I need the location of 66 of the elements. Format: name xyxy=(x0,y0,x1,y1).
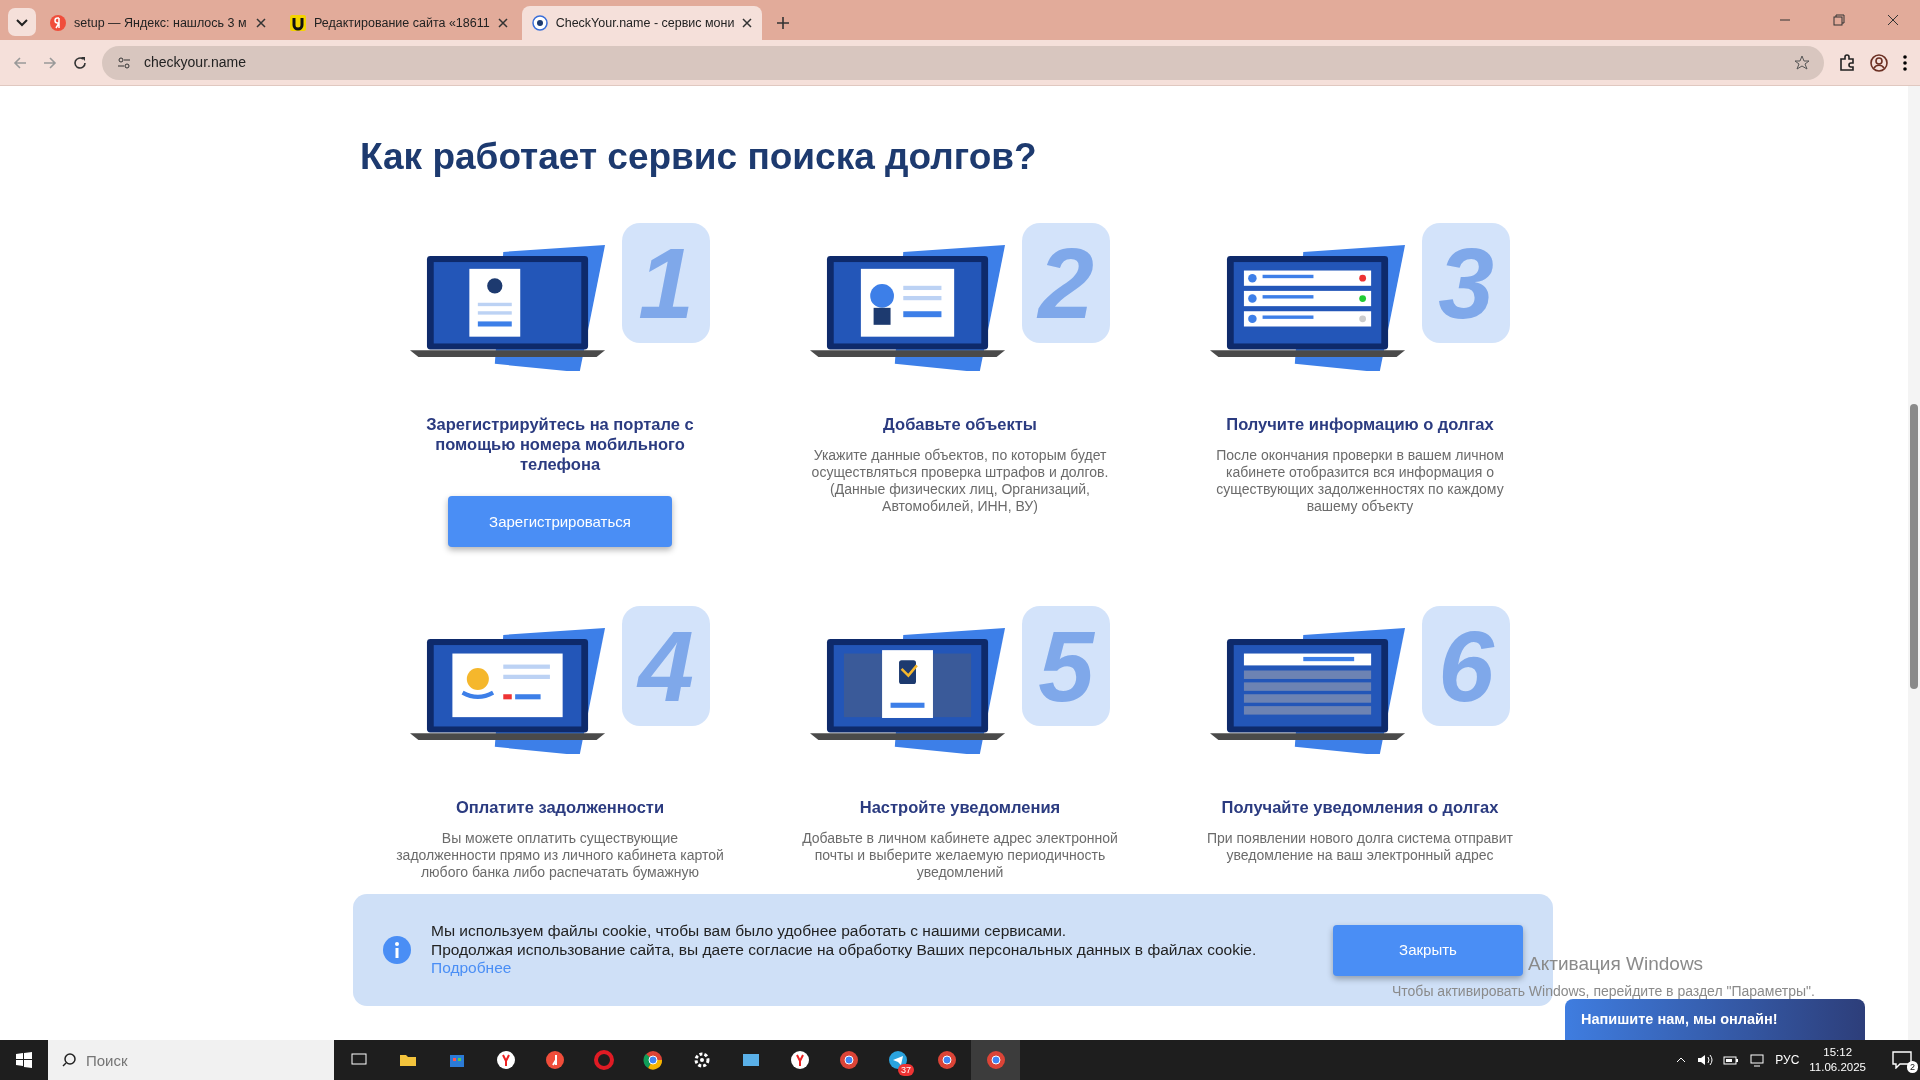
cookie-text: Мы используем файлы cookie, чтобы вам было удобнее работать с нашими сервисами. xyxy=(431,922,1068,941)
new-tab-icon[interactable] xyxy=(776,16,791,30)
step-number: 4 xyxy=(622,606,710,727)
step-title: Настройте уведомления xyxy=(859,798,1061,819)
close-icon[interactable] xyxy=(497,18,508,28)
unread-count: 37 xyxy=(898,1064,914,1076)
scrollbar-thumb[interactable] xyxy=(1910,404,1918,689)
activation-text: Чтобы активировать Windows, перейдите в раздел "Параметры". xyxy=(1392,982,1815,1001)
step-number: 5 xyxy=(1022,606,1110,727)
extensions-icon[interactable] xyxy=(1838,53,1856,72)
address-bar[interactable]: checkyour.name xyxy=(102,45,1824,80)
step-title: Зарегистрируйтесь на портале с помощью номера мобильного телефона xyxy=(425,415,695,475)
tab-list-button[interactable] xyxy=(8,8,36,36)
site-settings-icon[interactable] xyxy=(116,54,132,71)
close-icon[interactable] xyxy=(256,18,266,28)
browser-icon[interactable] xyxy=(936,1050,957,1070)
page-heading: Как работает сервис поиска долгов? xyxy=(360,135,1038,179)
clock-date[interactable]: 11.06.2025 xyxy=(1809,1060,1866,1075)
step-description: Добавьте в личном кабинете адрес электронной почты и выберите желаемую периодичность уведомлений xyxy=(801,830,1119,882)
browser-icon[interactable] xyxy=(985,1050,1006,1070)
browser-icon[interactable] xyxy=(789,1050,810,1070)
close-icon[interactable] xyxy=(742,18,753,28)
close-icon[interactable] xyxy=(1886,13,1900,27)
step-number: 2 xyxy=(1022,223,1110,343)
notification-count: 2 xyxy=(1907,1061,1918,1074)
step-title: Получите информацию о долгах xyxy=(1226,415,1494,435)
favicon-icon xyxy=(531,15,548,31)
info-icon xyxy=(383,936,411,964)
browser-tab[interactable]: CheckYour.name - сервис мони xyxy=(521,6,763,40)
search-field[interactable]: Поиск xyxy=(48,1040,334,1080)
bookmark-star-icon[interactable] xyxy=(1794,54,1810,71)
cookie-text: Продолжая использование сайта, вы даете согласие на обработку Ваших персональных данных в файлах cookie. xyxy=(431,940,1258,960)
favicon-icon xyxy=(290,15,306,31)
reload-icon[interactable] xyxy=(72,54,88,71)
chat-button[interactable]: Напишите нам, мы онлайн! xyxy=(1565,999,1865,1040)
notifications-icon[interactable] xyxy=(1892,1051,1912,1070)
search-icon xyxy=(62,1053,76,1067)
language-indicator[interactable]: РУС xyxy=(1775,1051,1800,1069)
network-icon[interactable] xyxy=(1749,1053,1766,1067)
step-title: Добавьте объекты xyxy=(883,415,1037,435)
browser-tab[interactable]: Редактирование сайта «18611 xyxy=(280,6,518,40)
step-number: 6 xyxy=(1422,606,1510,727)
clock-time[interactable]: 15:12 xyxy=(1809,1045,1866,1060)
step-description: При появлении нового долга система отправит уведомление на ваш электронный адрес xyxy=(1205,830,1515,865)
favicon-icon xyxy=(50,15,66,31)
scrollbar[interactable] xyxy=(1908,86,1920,1040)
step-title: Получайте уведомления о долгах xyxy=(1221,798,1499,819)
menu-icon[interactable] xyxy=(1902,53,1908,72)
step-description: Укажите данные объектов, по которым будет осуществляться проверка штрафов и долгов. (Данные физических лиц, Организаций, Автомобилей, ИНН, ВУ) xyxy=(810,446,1110,515)
restore-icon[interactable] xyxy=(1832,13,1846,27)
step-description: Вы можете оплатить существующие задолженности прямо из личного кабинета картой любого банка либо распечатать бумажную xyxy=(395,830,725,882)
url-text: checkyour.name xyxy=(144,53,247,72)
browser-tab[interactable]: setup — Яндекс: нашлось 3 м xyxy=(40,6,276,40)
step-description: После окончания проверки в вашем личном кабинете отобразится вся информация о существующих задолженностях по каждому вашему объекту xyxy=(1215,446,1505,515)
activation-title: Активация Windows xyxy=(1528,952,1704,976)
profile-icon[interactable] xyxy=(1870,53,1888,72)
browser-icon[interactable] xyxy=(495,1050,516,1070)
browser-icon[interactable] xyxy=(544,1050,565,1070)
battery-icon[interactable] xyxy=(1723,1053,1740,1067)
windows-icon xyxy=(16,1052,32,1068)
volume-icon[interactable] xyxy=(1697,1053,1714,1067)
browser-icon[interactable] xyxy=(642,1050,663,1070)
step-number: 3 xyxy=(1422,223,1510,343)
step-number: 1 xyxy=(622,223,710,343)
step-title: Оплатите задолженности xyxy=(455,798,665,819)
browser-icon[interactable] xyxy=(838,1050,859,1070)
